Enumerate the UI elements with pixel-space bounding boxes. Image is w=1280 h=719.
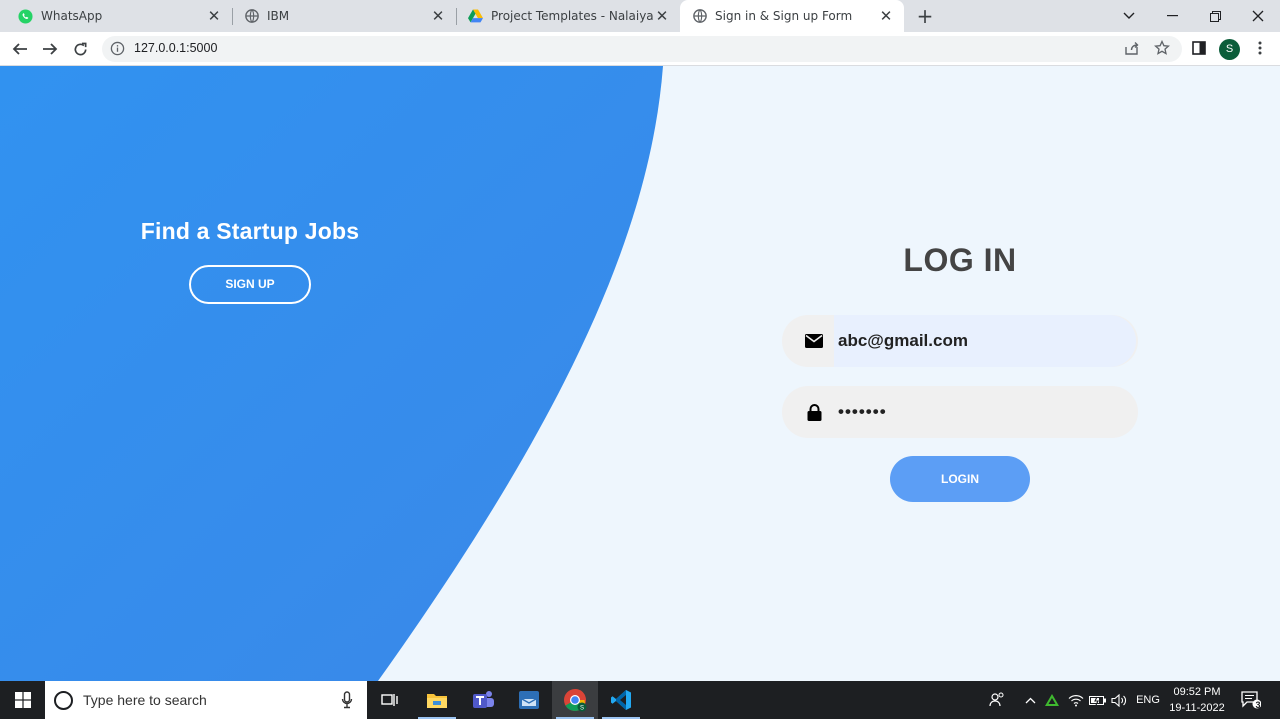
back-button[interactable] (9, 38, 31, 60)
globe-icon (692, 9, 707, 24)
taskbar-search[interactable]: Type here to search (45, 681, 367, 719)
search-placeholder: Type here to search (83, 692, 207, 708)
clock-time: 09:52 PM (1173, 686, 1221, 698)
new-tab-button[interactable]: + (914, 5, 936, 27)
close-icon[interactable]: ✕ (206, 8, 222, 24)
vscode-icon[interactable] (598, 681, 644, 719)
mail-app-icon[interactable] (506, 681, 552, 719)
profile-avatar[interactable]: S (1219, 39, 1240, 60)
url-text: 127.0.0.1:5000 (134, 41, 218, 55)
tab-title: WhatsApp (41, 9, 103, 23)
cortana-icon (54, 691, 73, 710)
task-view-icon[interactable] (367, 681, 413, 719)
forward-button[interactable] (39, 38, 61, 60)
tab-sign-in-form[interactable]: Sign in & Sign up Form ✕ (680, 0, 904, 32)
system-clock[interactable]: 09:52 PM 19-11-2022 (1164, 684, 1230, 716)
microphone-icon[interactable] (341, 691, 353, 713)
people-icon[interactable] (985, 681, 1009, 719)
globe-icon (244, 9, 259, 24)
whatsapp-icon (18, 8, 33, 24)
close-icon[interactable]: ✕ (878, 8, 894, 24)
show-hidden-icons-chevron-icon[interactable] (1021, 681, 1039, 719)
close-window-button[interactable] (1246, 4, 1270, 28)
teams-icon[interactable] (460, 681, 506, 719)
minimize-button[interactable] (1160, 4, 1184, 28)
page-content: Find a Startup Jobs SIGN UP LOG IN abc@g… (0, 66, 1280, 681)
bookmark-star-icon[interactable] (1152, 38, 1172, 58)
nvidia-icon[interactable] (1043, 681, 1061, 719)
tab-project-templates[interactable]: Project Templates - Nalaiya Thira ✕ (456, 0, 680, 32)
tab-title: Sign in & Sign up Form (715, 9, 853, 23)
lock-icon (804, 402, 824, 422)
promo-panel: Find a Startup Jobs SIGN UP (120, 218, 380, 304)
tab-ibm[interactable]: IBM ✕ (232, 0, 456, 32)
login-form: LOG IN abc@gmail.com ••••••• LOGIN (782, 242, 1138, 502)
notification-center-icon[interactable]: 3 (1238, 681, 1264, 719)
tab-strip: WhatsApp ✕ IBM ✕ Project Templates - Nal… (0, 0, 1280, 32)
tab-whatsapp[interactable]: WhatsApp ✕ (0, 0, 232, 32)
side-panel-icon[interactable] (1189, 38, 1209, 58)
menu-dots-icon[interactable] (1250, 38, 1270, 58)
email-value: abc@gmail.com (838, 331, 968, 350)
tab-search-chevron-icon[interactable] (1117, 4, 1141, 28)
email-field[interactable]: abc@gmail.com (782, 315, 1138, 367)
site-info-icon[interactable] (110, 41, 125, 60)
restore-button[interactable] (1203, 4, 1227, 28)
tab-title: IBM (267, 9, 290, 23)
google-drive-icon (468, 9, 483, 24)
clock-date: 19-11-2022 (1169, 702, 1225, 714)
share-icon[interactable] (1122, 38, 1142, 58)
file-explorer-icon[interactable] (414, 681, 460, 719)
promo-heading: Find a Startup Jobs (140, 218, 360, 244)
envelope-icon (804, 331, 824, 351)
svg-text:S: S (580, 706, 584, 712)
wifi-icon[interactable] (1066, 681, 1086, 719)
omnibox[interactable]: 127.0.0.1:5000 (102, 36, 1182, 62)
notification-count: 3 (1255, 700, 1261, 710)
reload-button[interactable] (69, 38, 91, 60)
close-icon[interactable]: ✕ (654, 8, 670, 24)
close-icon[interactable]: ✕ (430, 8, 446, 24)
blue-panel (0, 66, 663, 681)
password-value: ••••••• (838, 402, 887, 421)
tab-title: Project Templates - Nalaiya Thira (491, 9, 657, 23)
battery-icon[interactable] (1088, 681, 1108, 719)
address-bar: 127.0.0.1:5000 (0, 32, 1280, 66)
volume-icon[interactable] (1110, 681, 1128, 719)
chrome-icon[interactable]: S (552, 681, 598, 719)
login-button[interactable]: LOGIN (890, 456, 1030, 502)
windows-start-icon[interactable] (0, 681, 45, 719)
sign-up-button[interactable]: SIGN UP (189, 265, 311, 304)
login-heading: LOG IN (903, 242, 1017, 278)
language-indicator[interactable]: ENG (1134, 681, 1162, 719)
taskbar: Type here to search S ENG 09:52 PM 19-11… (0, 681, 1280, 719)
password-field[interactable]: ••••••• (782, 386, 1138, 438)
